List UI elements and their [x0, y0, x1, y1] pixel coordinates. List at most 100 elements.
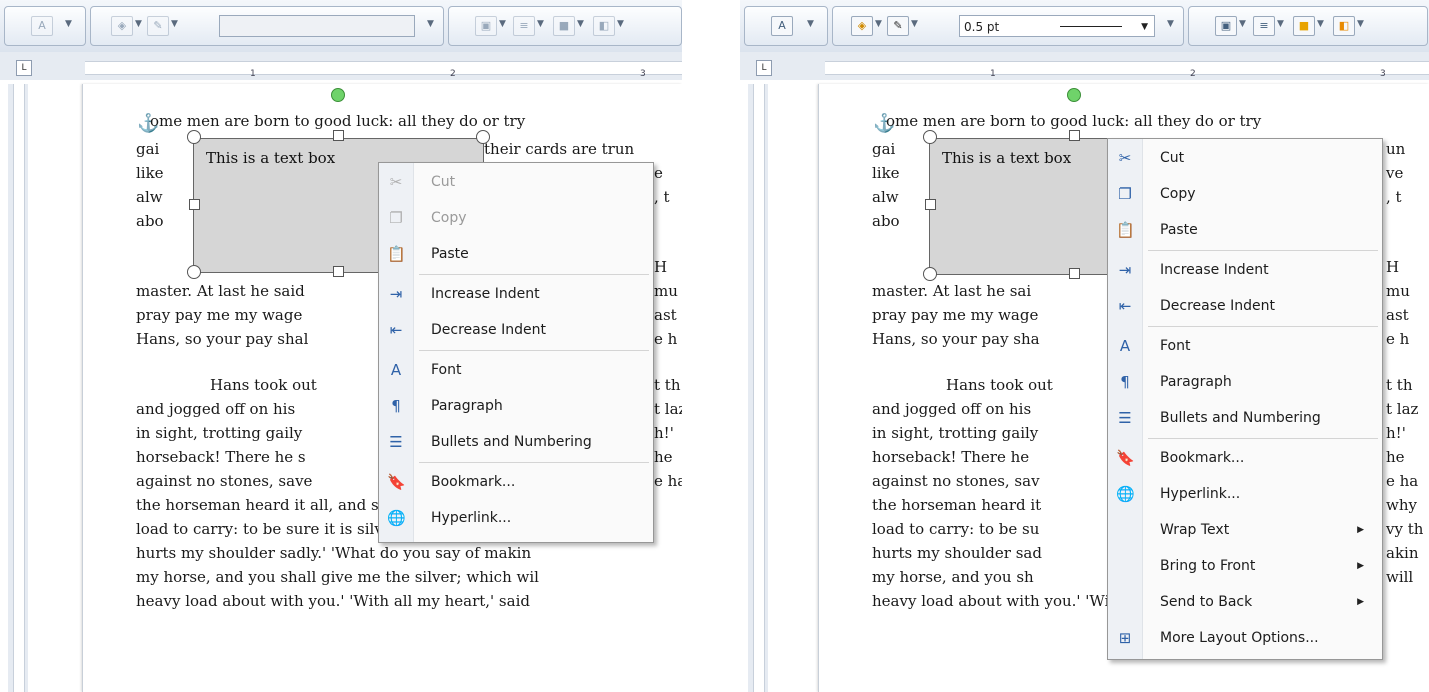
chevron-down-icon[interactable]: ▼ [499, 19, 506, 29]
ruler-bar[interactable]: 1 2 3 [825, 61, 1429, 79]
text-fragment[interactable]: h!' [1386, 424, 1406, 442]
text-line[interactable]: and jogged off on his [872, 400, 1031, 418]
align-icon[interactable]: ≡ [1253, 16, 1275, 36]
text-line[interactable]: alw [136, 188, 163, 206]
text-line[interactable]: pray pay me my wage [136, 306, 302, 324]
menu-item-wrap-text[interactable]: Wrap Text ▶ [1108, 513, 1382, 547]
text-line[interactable]: my horse, and you shall give me the silv… [136, 568, 539, 586]
text-box-icon[interactable]: ▣ [1215, 16, 1237, 36]
text-fragment[interactable]: ve [1386, 164, 1403, 182]
menu-item-more-layout-options[interactable]: ⊞ More Layout Options... [1108, 621, 1382, 655]
text-line[interactable]: against no stones, save [136, 472, 312, 490]
menu-item-cut[interactable]: ✂ Cut [379, 165, 653, 199]
menu-item-decrease-indent[interactable]: ⇤ Decrease Indent [1108, 289, 1382, 323]
line-color-icon[interactable]: ✎ [887, 16, 909, 36]
text-fragment[interactable]: their cards are trun [484, 140, 634, 158]
text-line[interactable]: hurts my shoulder sadly.' 'What do you s… [136, 544, 531, 562]
fill-color-icon[interactable]: ◈ [851, 16, 873, 36]
text-fragment[interactable]: t th [654, 376, 680, 394]
menu-item-send-to-back[interactable]: Send to Back ▶ [1108, 585, 1382, 619]
text-line[interactable]: against no stones, sav [872, 472, 1040, 490]
text-direction-icon[interactable]: A [31, 16, 53, 36]
menu-item-increase-indent[interactable]: ⇥ Increase Indent [1108, 253, 1382, 287]
text-fragment[interactable]: e h [654, 330, 677, 348]
resize-handle-top-left[interactable] [187, 130, 201, 144]
line-weight-select[interactable]: 0.5 pt ▼ [959, 15, 1155, 37]
chevron-down-icon[interactable]: ▼ [65, 19, 72, 29]
text-line[interactable]: horseback! There he s [136, 448, 306, 466]
text-line[interactable]: abo [136, 212, 164, 230]
text-box-content[interactable]: This is a text box [942, 149, 1071, 167]
tab-selector-icon[interactable]: L [16, 60, 32, 76]
text-line[interactable]: Hans, so your pay sha [872, 330, 1040, 348]
fill-color-icon[interactable]: ◈ [111, 16, 133, 36]
menu-item-bookmark[interactable]: 🔖 Bookmark... [379, 465, 653, 499]
text-line[interactable]: in sight, trotting gaily [136, 424, 302, 442]
text-fragment[interactable]: akin [1386, 544, 1419, 562]
text-line[interactable]: Hans took out [946, 376, 1053, 394]
text-fragment[interactable]: vy th [1386, 520, 1423, 538]
chevron-down-icon[interactable]: ▼ [135, 19, 142, 29]
text-line[interactable]: ome men are born to good luck: all they … [150, 112, 525, 130]
text-fragment[interactable]: ast [654, 306, 677, 324]
text-fragment[interactable]: e [654, 164, 663, 182]
menu-item-paragraph[interactable]: ¶ Paragraph [1108, 365, 1382, 399]
text-line[interactable]: and jogged off on his [136, 400, 295, 418]
chevron-down-icon[interactable]: ▼ [807, 19, 814, 29]
text-line[interactable]: ome men are born to good luck: all they … [886, 112, 1261, 130]
text-line[interactable]: my horse, and you sh [872, 568, 1034, 586]
chevron-down-icon[interactable]: ▼ [171, 19, 178, 29]
chevron-down-icon[interactable]: ▼ [1317, 19, 1324, 29]
chevron-down-icon[interactable]: ▼ [577, 19, 584, 29]
resize-handle-top[interactable] [1069, 130, 1080, 141]
menu-item-bullets-and-numbering[interactable]: ☰ Bullets and Numbering [379, 425, 653, 459]
text-fragment[interactable]: why [1386, 496, 1417, 514]
text-fragment[interactable]: e h [1386, 330, 1409, 348]
chevron-down-icon[interactable]: ▼ [911, 19, 918, 29]
text-fragment[interactable]: t th [1386, 376, 1412, 394]
text-fragment[interactable]: e ha [654, 472, 682, 490]
chevron-down-icon[interactable]: ▼ [1277, 19, 1284, 29]
resize-handle-top-right[interactable] [476, 130, 490, 144]
resize-handle-top[interactable] [333, 130, 344, 141]
text-box-icon[interactable]: ▣ [475, 16, 497, 36]
resize-handle-bottom[interactable] [1069, 268, 1080, 279]
menu-item-copy[interactable]: ❐ Copy [1108, 177, 1382, 211]
3d-effects-icon[interactable]: ◧ [1333, 16, 1355, 36]
text-fragment[interactable]: will [1386, 568, 1413, 586]
text-line[interactable]: gai [872, 140, 895, 158]
text-line[interactable]: Hans took out [210, 376, 317, 394]
text-fragment[interactable]: he [654, 448, 673, 466]
chevron-down-icon[interactable]: ▼ [617, 19, 624, 29]
shadow-icon[interactable]: ■ [553, 16, 575, 36]
resize-handle-left[interactable] [925, 199, 936, 210]
text-line[interactable]: alw [872, 188, 899, 206]
text-direction-icon[interactable]: A [771, 16, 793, 36]
text-line[interactable]: pray pay me my wage [872, 306, 1038, 324]
line-color-icon[interactable]: ✎ [147, 16, 169, 36]
resize-handle-bottom-left[interactable] [923, 267, 937, 281]
chevron-down-icon[interactable]: ▼ [1239, 19, 1246, 29]
resize-handle-bottom[interactable] [333, 266, 344, 277]
rotation-handle[interactable] [1067, 88, 1081, 102]
resize-handle-left[interactable] [189, 199, 200, 210]
text-fragment[interactable]: H [1386, 258, 1399, 276]
menu-item-hyperlink[interactable]: 🌐 Hyperlink... [379, 501, 653, 535]
text-line[interactable]: horseback! There he [872, 448, 1029, 466]
menu-item-bullets-and-numbering[interactable]: ☰ Bullets and Numbering [1108, 401, 1382, 435]
menu-item-bookmark[interactable]: 🔖 Bookmark... [1108, 441, 1382, 475]
menu-item-copy[interactable]: ❐ Copy [379, 201, 653, 235]
vertical-ruler[interactable] [8, 84, 28, 692]
text-fragment[interactable]: , t [654, 188, 670, 206]
text-line[interactable]: the horseman heard it [872, 496, 1041, 514]
text-fragment[interactable]: ast [1386, 306, 1409, 324]
ruler-bar[interactable]: 1 2 3 [85, 61, 682, 79]
text-fragment[interactable]: mu [654, 282, 678, 300]
menu-item-paste[interactable]: 📋 Paste [1108, 213, 1382, 247]
text-fragment[interactable]: he [1386, 448, 1405, 466]
menu-item-font[interactable]: A Font [379, 353, 653, 387]
menu-item-paste[interactable]: 📋 Paste [379, 237, 653, 271]
tab-selector-icon[interactable]: L [756, 60, 772, 76]
menu-item-paragraph[interactable]: ¶ Paragraph [379, 389, 653, 423]
chevron-down-icon[interactable]: ▼ [427, 19, 434, 29]
